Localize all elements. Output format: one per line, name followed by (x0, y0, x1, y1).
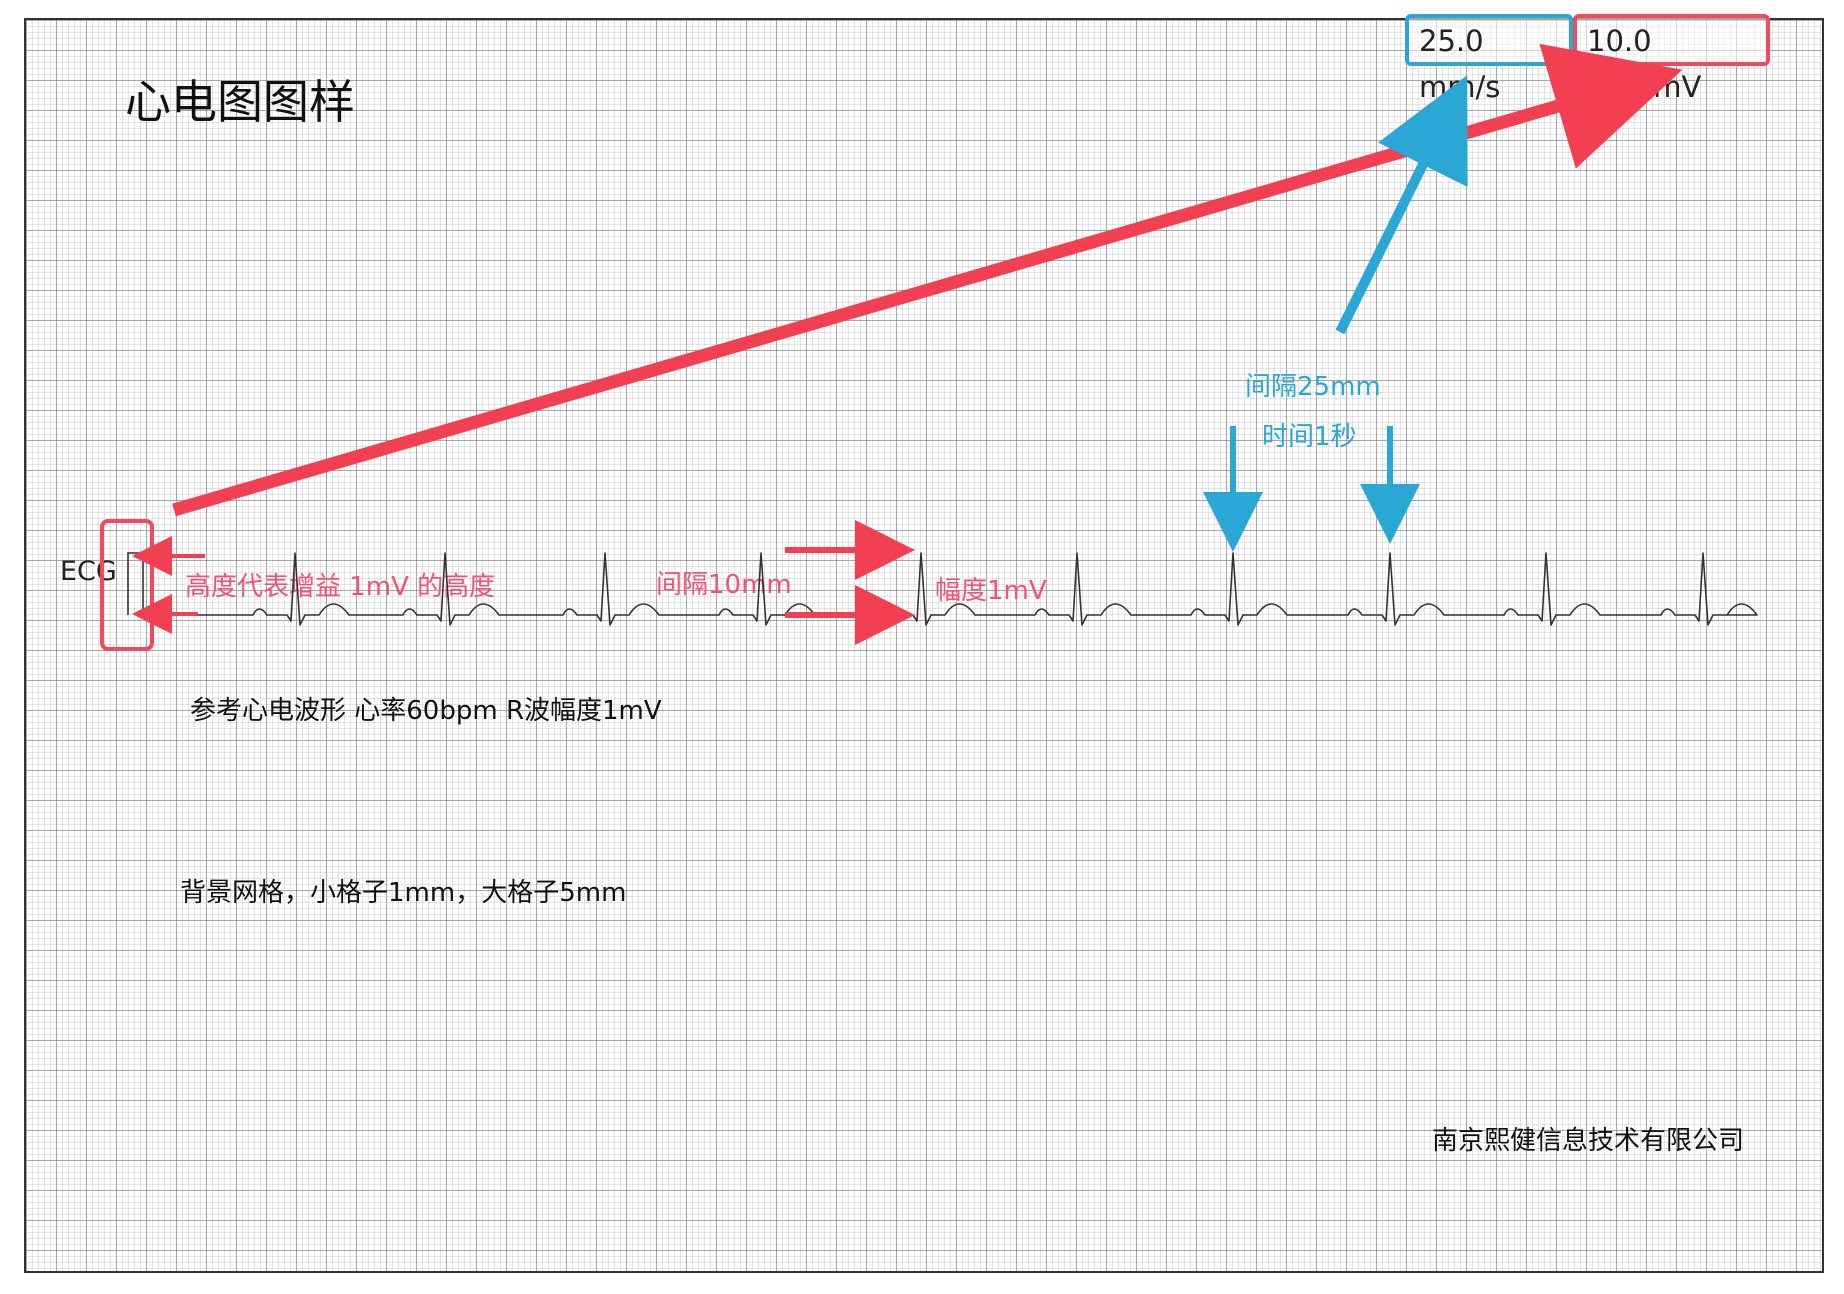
calibration-highlight-box (100, 519, 154, 651)
ecg-trace (155, 552, 1758, 626)
gain-pointer-arrow (172, 43, 1683, 517)
calibration-pulse (127, 552, 144, 615)
ecg-overlay (100, 43, 1758, 651)
